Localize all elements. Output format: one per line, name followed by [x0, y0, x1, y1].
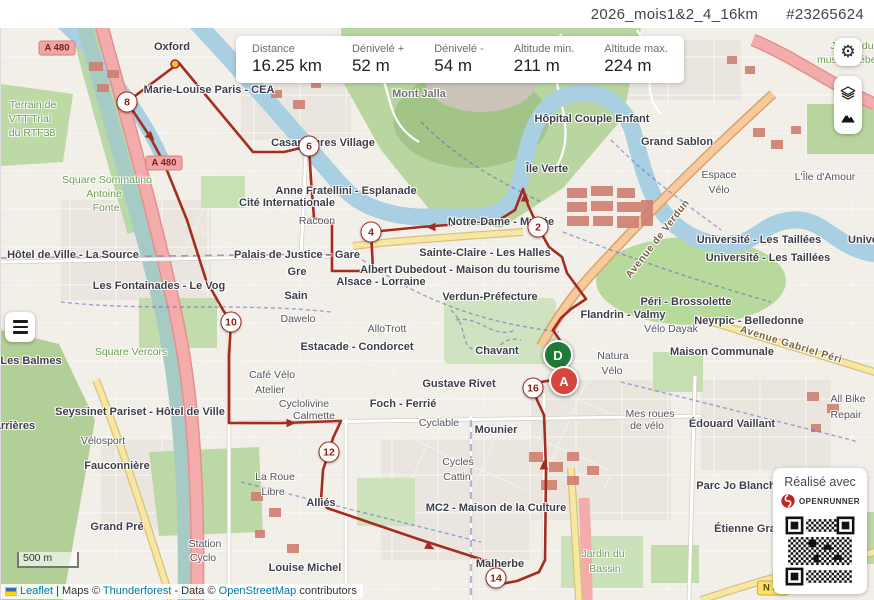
map-scale: 500 m: [17, 552, 79, 568]
route-end-label: A: [559, 374, 568, 389]
map-canvas[interactable]: OxfordMarie-Louise Paris - CEATerrain de…: [0, 0, 874, 600]
openrunner-card: Réalisé avec OPENRUNNER: [773, 468, 867, 594]
waypoint-marker-10[interactable]: 10: [221, 312, 242, 333]
settings-button[interactable]: ⚙: [834, 38, 862, 66]
mountain-icon[interactable]: [839, 109, 857, 127]
waypoint-marker-8[interactable]: 8: [117, 92, 138, 113]
route-end-marker[interactable]: A: [549, 366, 579, 396]
qr-code: [783, 514, 857, 588]
stat-label: Distance: [252, 43, 322, 55]
layers-icon[interactable]: [839, 84, 857, 102]
stat-label: Dénivelé +: [352, 43, 404, 55]
openrunner-logo: OPENRUNNER: [779, 493, 861, 509]
route-start-label: D: [553, 348, 562, 363]
attribution-bar: Leaflet | Maps © Thunderforest - Data © …: [1, 584, 363, 599]
waypoint-marker-12[interactable]: 12: [319, 442, 340, 463]
stat-label: Altitude min.: [514, 43, 575, 55]
openrunner-brand-label: OPENRUNNER: [799, 497, 860, 506]
stat-label: Altitude max.: [604, 43, 668, 55]
attribution-text: - Data ©: [171, 585, 218, 597]
attribution-link[interactable]: OpenStreetMap: [219, 585, 297, 597]
attribution-text: | Maps ©: [53, 585, 103, 597]
stat-item: Altitude max.224 m: [604, 43, 668, 76]
attribution-link[interactable]: Leaflet: [20, 585, 53, 597]
openrunner-swirl-icon: [780, 493, 796, 509]
attribution-link[interactable]: Thunderforest: [103, 585, 171, 597]
stat-item: Dénivelé +52 m: [352, 43, 404, 76]
stat-item: Dénivelé -54 m: [434, 43, 484, 76]
route-waypoints-layer: 2 4 6 8 10 12 14 16: [1, 0, 874, 600]
attribution-text: contributors: [296, 585, 357, 597]
menu-button[interactable]: [5, 312, 35, 342]
openrunner-map-view: OxfordMarie-Louise Paris - CEATerrain de…: [0, 0, 874, 600]
waypoint-marker-4[interactable]: 4: [361, 222, 382, 243]
waypoint-marker-16[interactable]: 16: [523, 378, 544, 399]
stat-item: Distance16.25 km: [252, 43, 322, 76]
waypoint-marker-14[interactable]: 14: [486, 568, 507, 589]
waypoint-marker-2[interactable]: 2: [528, 217, 549, 238]
leaflet-flag-icon: [5, 587, 17, 596]
title-bar: 2026_mois1&2_4_16km #23265624: [0, 0, 874, 28]
stats-bar: Distance16.25 km Dénivelé +52 m Dénivelé -…: [236, 36, 684, 83]
stat-value: 16.25 km: [252, 56, 322, 76]
stat-value: 224 m: [604, 56, 668, 76]
waypoint-marker-6[interactable]: 6: [299, 136, 320, 157]
scale-label: 500 m: [23, 552, 52, 564]
gear-icon: ⚙: [840, 42, 855, 62]
stat-value: 211 m: [514, 56, 575, 76]
route-id: #23265624: [786, 6, 864, 23]
stat-item: Altitude min.211 m: [514, 43, 575, 76]
made-with-label: Réalisé avec: [779, 475, 861, 489]
hamburger-icon: [13, 320, 28, 322]
map-tools-group: [834, 76, 862, 134]
attribution-text-wrap: Leaflet | Maps © Thunderforest - Data © …: [20, 585, 357, 597]
route-start-marker[interactable]: D: [543, 340, 573, 370]
stat-label: Dénivelé -: [434, 43, 484, 55]
stat-value: 52 m: [352, 56, 404, 76]
stat-value: 54 m: [434, 56, 484, 76]
page-title: 2026_mois1&2_4_16km: [591, 6, 758, 23]
